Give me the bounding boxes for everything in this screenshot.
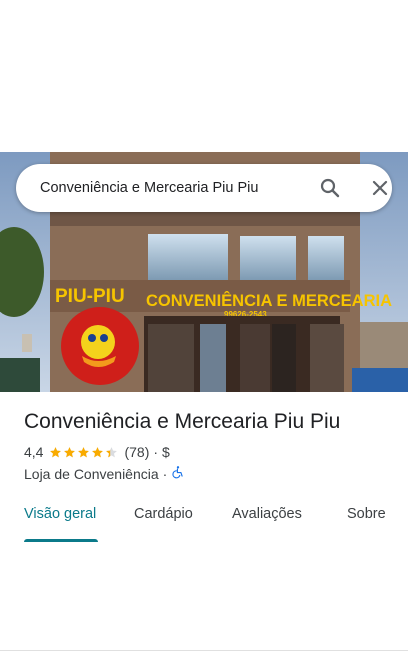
blank-header-area	[0, 0, 408, 152]
tab-visao-geral[interactable]: Visão geral	[24, 499, 96, 544]
active-tab-indicator	[24, 539, 98, 542]
tab-sobre[interactable]: Sobre	[347, 499, 386, 544]
star-icon	[64, 446, 76, 457]
star-icon	[92, 446, 104, 457]
place-category: Loja de Conveniência	[24, 465, 159, 482]
rating-value: 4,4	[24, 444, 44, 460]
star-icon	[106, 446, 118, 457]
close-icon[interactable]	[368, 176, 392, 200]
category-row: Loja de Conveniência ·	[24, 465, 185, 482]
review-count[interactable]: (78)	[124, 444, 149, 460]
star-rating	[49, 446, 119, 459]
sign-name-text: CONVENIÊNCIA E MERCEARIA	[146, 291, 392, 310]
star-icon	[78, 446, 90, 457]
search-input[interactable]: Conveniência e Mercearia Piu Piu	[40, 164, 258, 212]
tab-cardapio[interactable]: Cardápio	[134, 499, 193, 544]
tab-avaliacoes[interactable]: Avaliações	[232, 499, 302, 544]
place-tabs: Visão geral Cardápio Avaliações Sobre	[0, 499, 408, 651]
separator-dot: ·	[162, 465, 168, 482]
place-title: Conveniência e Mercearia Piu Piu	[24, 410, 341, 433]
search-bar[interactable]: Conveniência e Mercearia Piu Piu	[16, 164, 392, 212]
search-icon[interactable]	[318, 176, 342, 200]
star-icon	[50, 446, 62, 457]
wheelchair-icon	[171, 465, 185, 482]
rating-row[interactable]: 4,4 (78) · $	[24, 444, 170, 460]
sign-brand-text: PIU-PIU	[55, 286, 125, 307]
separator-dot: ·	[153, 444, 159, 460]
price-level: $	[162, 444, 170, 460]
